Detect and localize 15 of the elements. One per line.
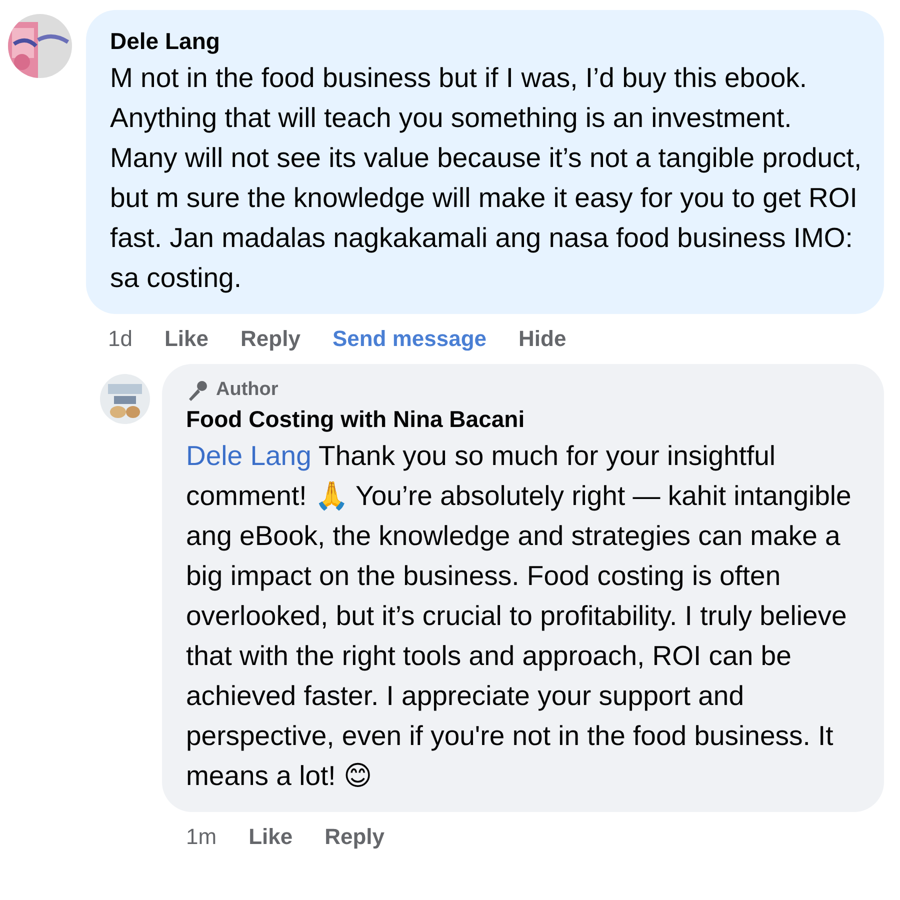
microphone-icon xyxy=(186,378,210,402)
action-link[interactable]: Send message xyxy=(332,326,487,352)
mention-link[interactable]: Dele Lang xyxy=(186,440,312,471)
comment-text: M not in the food business but if I was, I’d buy this ebook. Anything that will teach you something is an investment. Many will not see its value because it’s not a tangible product, but m sure the knowledge will make it easy for you to get ROI fast. Jan madalas nagkakamali ang nasa food business IMO: sa costing. xyxy=(110,61,862,295)
reply-text: Dele Lang Thank you so much for your insightful comment! 🙏 You’re absolutely right — kahit intangible ang eBook, the knowledge and strategies can make a big impact on the business. Food costing is often overlooked, but it’s crucial to profitability. I truly believe that with the right tools and approach, ROI can be achieved faster. I appreciate your support and perspective, even if you're not in the food business. It means a lot! 😊 xyxy=(186,439,852,793)
action-button[interactable]: Like xyxy=(248,824,293,850)
author-label: Author xyxy=(216,379,278,401)
author-name: Dele Lang xyxy=(110,27,221,56)
action-button[interactable]: Hide xyxy=(518,326,566,352)
action-button[interactable]: Reply xyxy=(240,326,300,352)
timestamp: 1d xyxy=(108,326,132,352)
author-name: Food Costing with Nina Bacani xyxy=(186,405,526,434)
timestamp: 1m xyxy=(186,824,217,850)
action-button[interactable]: Reply xyxy=(324,824,385,850)
action-button[interactable]: Like xyxy=(164,326,209,352)
